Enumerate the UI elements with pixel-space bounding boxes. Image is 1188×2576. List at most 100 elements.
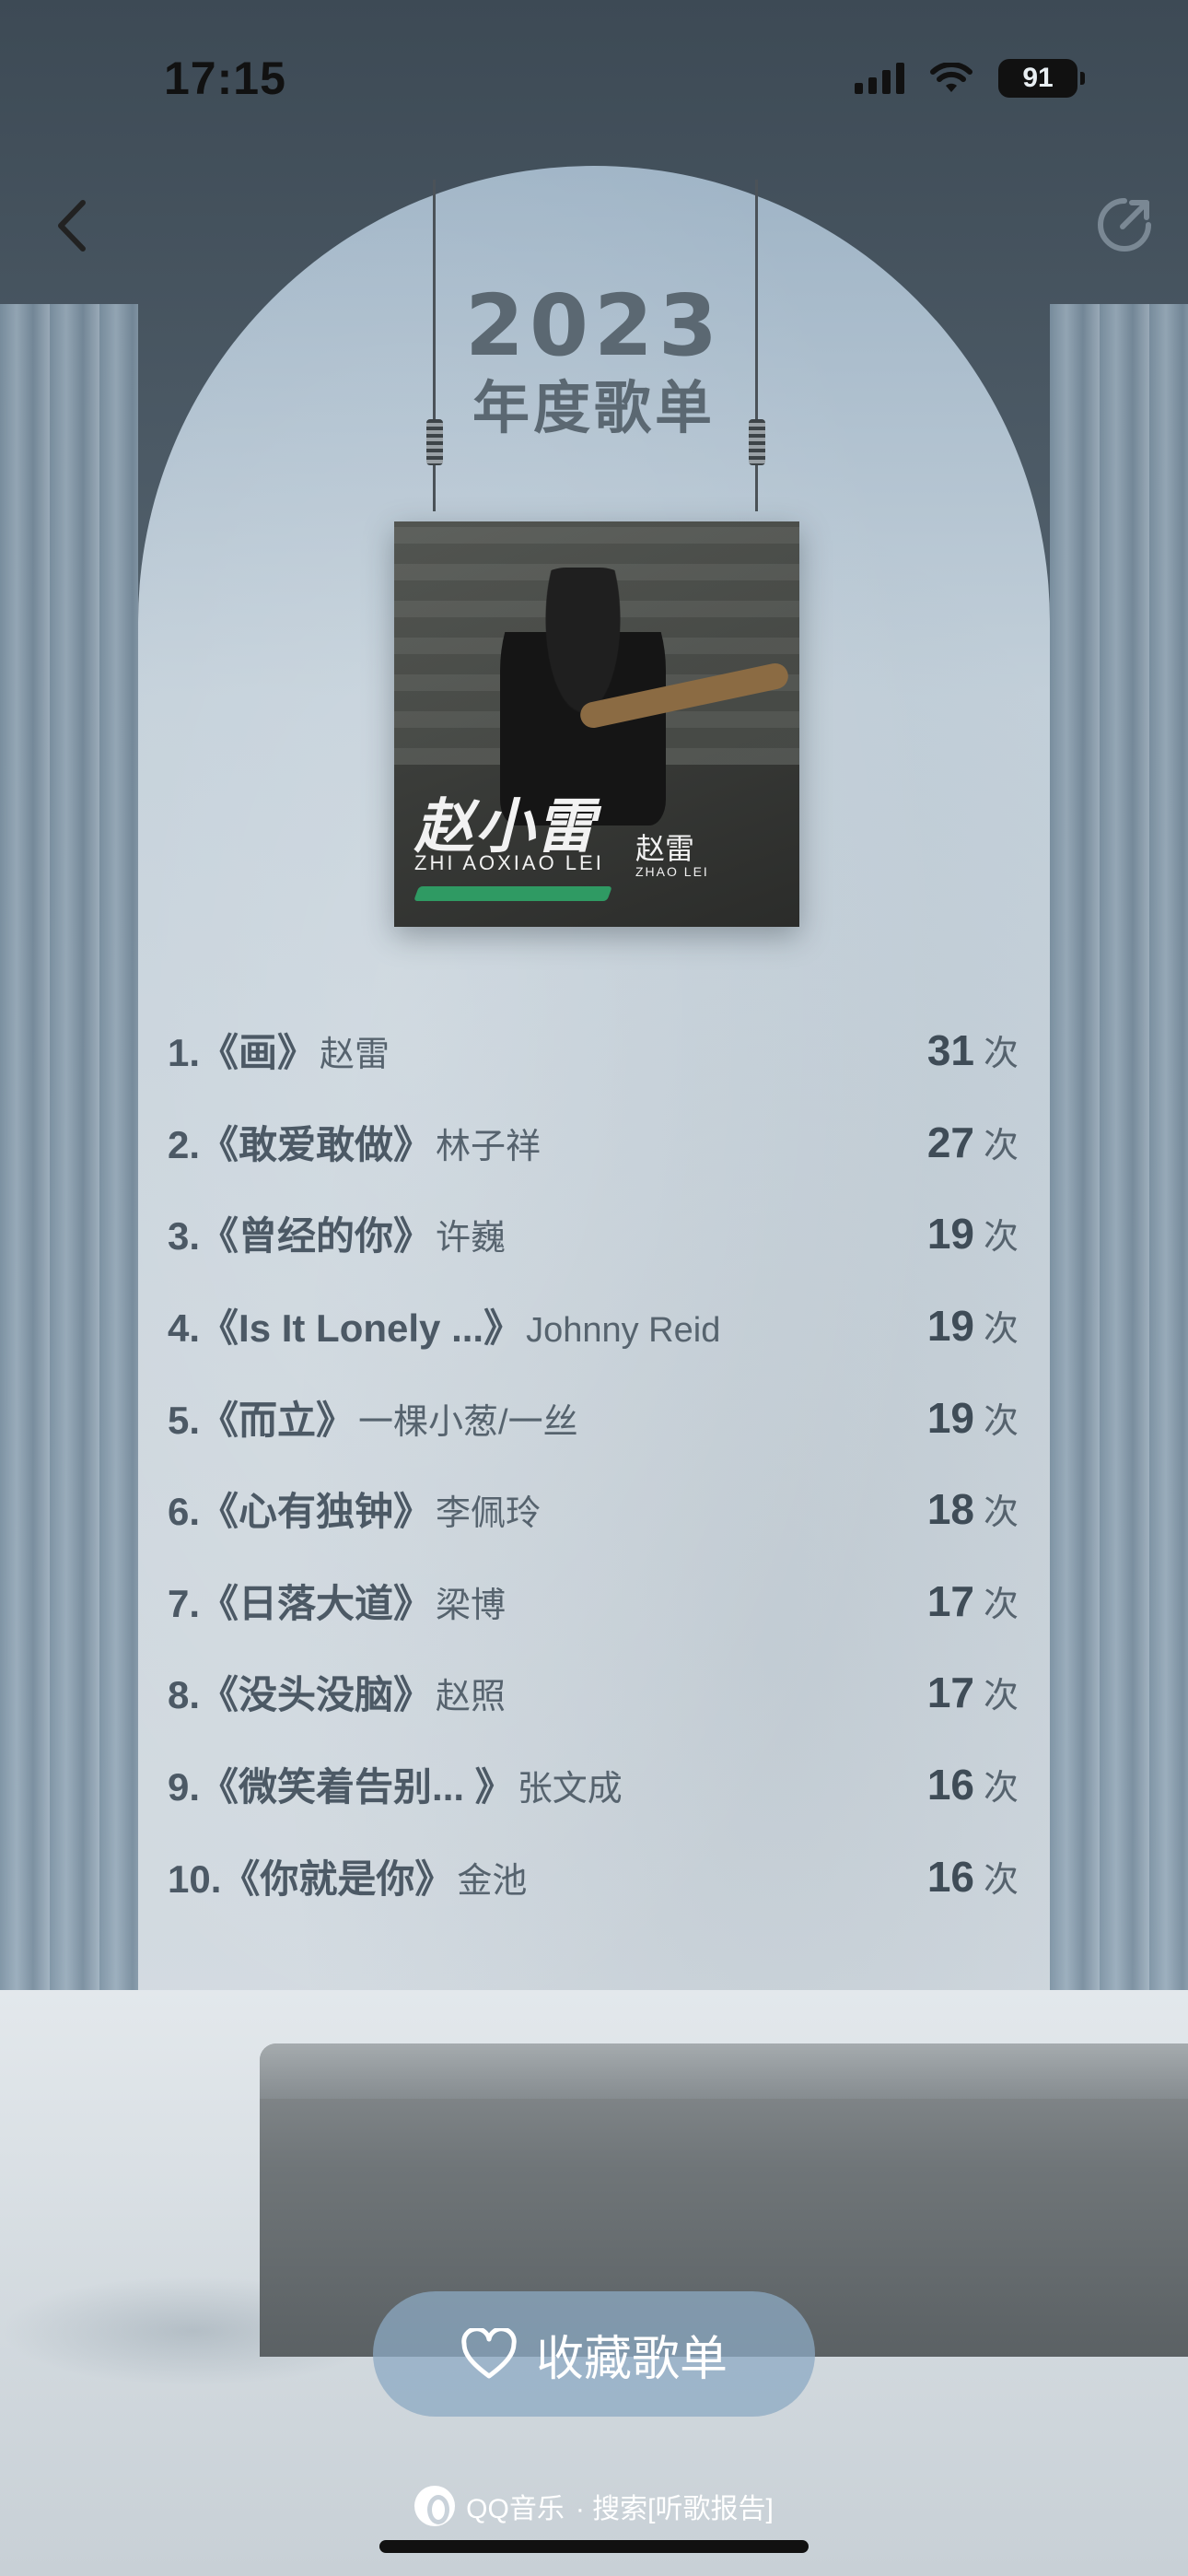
- stone-pedestal-top: [260, 2043, 1188, 2099]
- song-title: 《画》: [200, 1031, 317, 1075]
- song-info: 4. 《Is It Lonely ...》 Johnny Reid: [168, 1297, 720, 1353]
- song-info: 6. 《心有独钟》 李佩玲: [168, 1481, 541, 1537]
- song-artist: 一棵小葱/一丝: [358, 1402, 578, 1442]
- collect-playlist-button[interactable]: 收藏歌单: [373, 2291, 815, 2417]
- play-count-unit: 次: [983, 1860, 1019, 1900]
- song-index: 8.: [168, 1673, 201, 1717]
- playlist-year: 2023: [464, 276, 724, 375]
- play-count-value: 17: [926, 1669, 974, 1717]
- song-index: 5.: [168, 1398, 201, 1442]
- ranking-row[interactable]: 3. 《曾经的你》 许巍 19 次: [168, 1188, 1019, 1280]
- song-info: 1. 《画》 赵雷: [168, 1022, 390, 1078]
- song-info: 10. 《你就是你》 金池: [168, 1848, 527, 1904]
- song-index: 1.: [168, 1031, 201, 1075]
- play-count-value: 31: [926, 1026, 974, 1075]
- song-index: 7.: [168, 1581, 201, 1625]
- song-index: 9.: [168, 1765, 201, 1809]
- ranking-row[interactable]: 4. 《Is It Lonely ...》 Johnny Reid 19 次: [168, 1280, 1019, 1372]
- status-time: 17:15: [164, 53, 286, 104]
- home-indicator[interactable]: [379, 2540, 809, 2553]
- status-icons: 91: [855, 59, 1085, 98]
- song-info: 5. 《而立》 一棵小葱/一丝: [168, 1389, 578, 1446]
- ranking-row[interactable]: 1. 《画》 赵雷 31 次: [168, 1004, 1019, 1096]
- play-count: 19 次: [927, 1300, 1019, 1351]
- song-artist: 赵雷: [320, 1036, 390, 1075]
- song-title: 《微笑着告别... 》: [200, 1765, 514, 1809]
- song-title: 《心有独钟》: [200, 1490, 433, 1534]
- play-count-value: 19: [926, 1210, 974, 1259]
- song-info: 3. 《曾经的你》 许巍: [168, 1205, 506, 1261]
- song-index: 2.: [168, 1122, 201, 1166]
- play-count: 16 次: [927, 1851, 1019, 1902]
- play-count: 18 次: [927, 1483, 1019, 1534]
- play-count-unit: 次: [983, 1401, 1019, 1441]
- share-icon[interactable]: [1091, 192, 1158, 258]
- song-info: 8. 《没头没脑》 赵照: [168, 1664, 506, 1720]
- play-count: 17 次: [927, 1575, 1019, 1626]
- song-title: 《你就是你》: [221, 1856, 454, 1901]
- song-artist: 梁博: [436, 1586, 507, 1625]
- play-count: 17 次: [927, 1667, 1019, 1717]
- ranking-row[interactable]: 5. 《而立》 一棵小葱/一丝 19 次: [168, 1371, 1019, 1463]
- play-count-unit: 次: [983, 1126, 1019, 1165]
- song-artist: 金池: [457, 1861, 528, 1901]
- qq-music-logo-icon: [414, 2486, 456, 2526]
- right-curtain: [1050, 304, 1188, 2027]
- album-script-subtitle: ZHI AOXIAO LEI: [414, 851, 604, 874]
- song-artist: 张文成: [517, 1770, 623, 1809]
- play-count-unit: 次: [983, 1310, 1019, 1350]
- ranking-row[interactable]: 8. 《没头没脑》 赵照 17 次: [168, 1646, 1019, 1739]
- ranking-row[interactable]: 10. 《你就是你》 金池 16 次: [168, 1830, 1019, 1922]
- play-count-unit: 次: [983, 1493, 1019, 1533]
- song-title: 《Is It Lonely ...》: [200, 1306, 523, 1351]
- footer-brand: QQ音乐 · 搜索[听歌报告]: [0, 2486, 1188, 2526]
- song-title: 《敢爱敢做》: [200, 1122, 433, 1166]
- song-index: 10.: [168, 1856, 222, 1901]
- song-info: 9. 《微笑着告别... 》 张文成: [168, 1756, 623, 1812]
- status-bar: 17:15 91: [0, 0, 1188, 157]
- cellular-signal-icon: [855, 63, 904, 94]
- song-index: 4.: [168, 1306, 201, 1351]
- song-index: 3.: [168, 1214, 201, 1259]
- play-count: 31 次: [927, 1025, 1019, 1075]
- song-title: 《没头没脑》: [200, 1673, 433, 1717]
- ranking-row[interactable]: 7. 《日落大道》 梁博 17 次: [168, 1555, 1019, 1647]
- play-count-value: 27: [926, 1118, 974, 1166]
- play-count-unit: 次: [983, 1585, 1019, 1624]
- song-artist: Johnny Reid: [526, 1311, 721, 1351]
- play-count: 16 次: [927, 1759, 1019, 1809]
- ranking-row[interactable]: 9. 《微笑着告别... 》 张文成 16 次: [168, 1739, 1019, 1831]
- play-count-value: 16: [926, 1761, 974, 1809]
- collect-playlist-label: 收藏歌单: [535, 2332, 728, 2386]
- song-title: 《而立》: [200, 1398, 355, 1442]
- play-count: 27 次: [927, 1117, 1019, 1167]
- album-cover[interactable]: 赵小雷 ZHI AOXIAO LEI 赵雷 ZHAO LEI: [394, 521, 799, 927]
- album-green-stroke: [413, 886, 612, 901]
- battery-indicator: 91: [998, 59, 1085, 98]
- song-title: 《日落大道》: [200, 1581, 433, 1625]
- song-info: 7. 《日落大道》 梁博: [168, 1573, 506, 1629]
- playlist-title: 年度歌单: [472, 377, 716, 440]
- wifi-icon: [930, 63, 973, 92]
- album-artist-pinyin: ZHAO LEI: [635, 864, 709, 879]
- ranking-row[interactable]: 6. 《心有独钟》 李佩玲 18 次: [168, 1463, 1019, 1555]
- heart-icon: [461, 2328, 517, 2379]
- play-count-value: 18: [926, 1485, 974, 1534]
- play-count: 19 次: [927, 1392, 1019, 1443]
- song-title: 《曾经的你》: [200, 1214, 433, 1259]
- song-artist: 许巍: [436, 1219, 507, 1259]
- footer-brand-name: QQ音乐: [466, 2494, 565, 2524]
- ranking-row[interactable]: 2. 《敢爱敢做》 林子祥 27 次: [168, 1096, 1019, 1188]
- footer-search-hint: · 搜索[听歌报告]: [575, 2494, 774, 2524]
- album-artist-signature: 赵雷: [635, 832, 695, 865]
- play-count-value: 16: [926, 1852, 974, 1901]
- chevron-left-icon[interactable]: [46, 193, 101, 258]
- play-count-unit: 次: [983, 1218, 1019, 1258]
- song-index: 6.: [168, 1490, 201, 1534]
- play-count-unit: 次: [983, 1035, 1019, 1074]
- song-artist: 李佩玲: [436, 1494, 542, 1534]
- play-count-value: 19: [926, 1393, 974, 1442]
- play-count-unit: 次: [983, 1677, 1019, 1716]
- song-info: 2. 《敢爱敢做》 林子祥: [168, 1114, 541, 1170]
- ranking-list: 1. 《画》 赵雷 31 次 2. 《敢爱敢做》 林子祥 27 次 3. 《曾经…: [168, 1004, 1019, 1922]
